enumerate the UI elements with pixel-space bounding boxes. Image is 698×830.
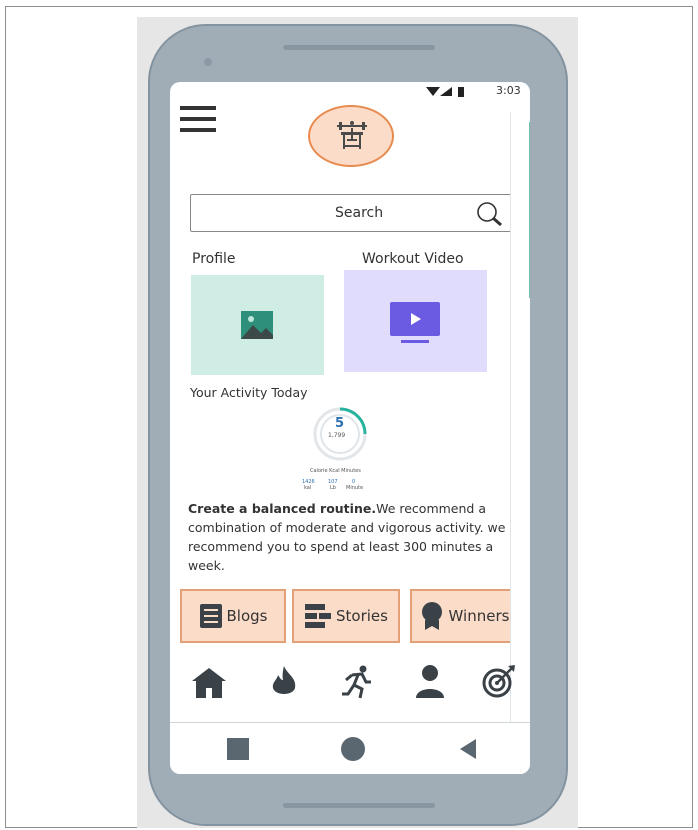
image-icon xyxy=(241,311,273,339)
stories-label: Stories xyxy=(336,607,388,625)
winners-button[interactable]: Winners xyxy=(410,589,518,643)
stat-unit: Lb xyxy=(330,485,336,491)
blog-icon xyxy=(199,604,222,628)
phone-screen: 3:03 Search Profile Workout Video Your A… xyxy=(170,82,530,774)
winners-label: Winners xyxy=(448,607,510,625)
ring-value: 5 xyxy=(335,416,345,431)
menu-button[interactable] xyxy=(180,106,216,139)
menu-bar xyxy=(180,128,216,132)
workout-video-tile[interactable] xyxy=(344,270,487,372)
medal-icon xyxy=(421,602,442,630)
activity-stats: 1426 107 0 kal Lb Minute xyxy=(300,479,380,493)
recommendation-text: Create a balanced routine.We recommend a… xyxy=(188,499,513,575)
search-icon[interactable] xyxy=(475,201,505,227)
activity-title: Your Activity Today xyxy=(190,385,308,400)
blogs-button[interactable]: Blogs xyxy=(180,589,286,643)
target-icon[interactable] xyxy=(482,664,516,698)
ring-subvalue: 1,799 xyxy=(328,432,346,439)
home-icon[interactable] xyxy=(192,668,226,698)
activity-ring[interactable]: 5 1,799 xyxy=(310,404,370,464)
weightlifting-icon xyxy=(337,121,367,149)
circle-icon[interactable] xyxy=(340,736,366,762)
square-icon[interactable] xyxy=(227,738,249,760)
bottom-speaker xyxy=(283,803,435,808)
menu-bar xyxy=(180,106,216,110)
activity-caption: Calorie Kcal Minutes xyxy=(310,468,361,474)
bottom-nav xyxy=(170,660,515,710)
stories-button[interactable]: Stories xyxy=(292,589,400,643)
workout-video-label: Workout Video xyxy=(362,251,464,267)
search-label: Search xyxy=(335,205,384,221)
front-camera xyxy=(204,58,212,66)
recommendation-bold: Create a balanced routine. xyxy=(188,501,377,516)
scrollbar-thumb[interactable] xyxy=(529,122,530,298)
system-nav-bar xyxy=(170,723,530,774)
status-bar: 3:03 xyxy=(426,84,526,99)
app-logo[interactable] xyxy=(308,105,394,167)
signal-icon xyxy=(426,87,464,97)
status-time: 3:03 xyxy=(496,84,521,97)
stories-icon xyxy=(305,604,332,628)
profile-label: Profile xyxy=(192,251,236,267)
scrollbar-track[interactable] xyxy=(510,112,529,722)
search-input[interactable]: Search xyxy=(190,194,514,232)
fire-icon[interactable] xyxy=(269,666,299,698)
blogs-label: Blogs xyxy=(226,607,268,625)
top-speaker xyxy=(283,45,435,50)
menu-bar xyxy=(180,117,216,121)
back-triangle-icon[interactable] xyxy=(460,739,476,759)
stat-unit: kal xyxy=(304,485,312,491)
person-icon[interactable] xyxy=(414,664,446,698)
running-icon[interactable] xyxy=(340,665,374,699)
stat-unit: Minute xyxy=(346,485,364,491)
video-play-icon xyxy=(390,302,440,343)
profile-tile[interactable] xyxy=(191,275,324,375)
